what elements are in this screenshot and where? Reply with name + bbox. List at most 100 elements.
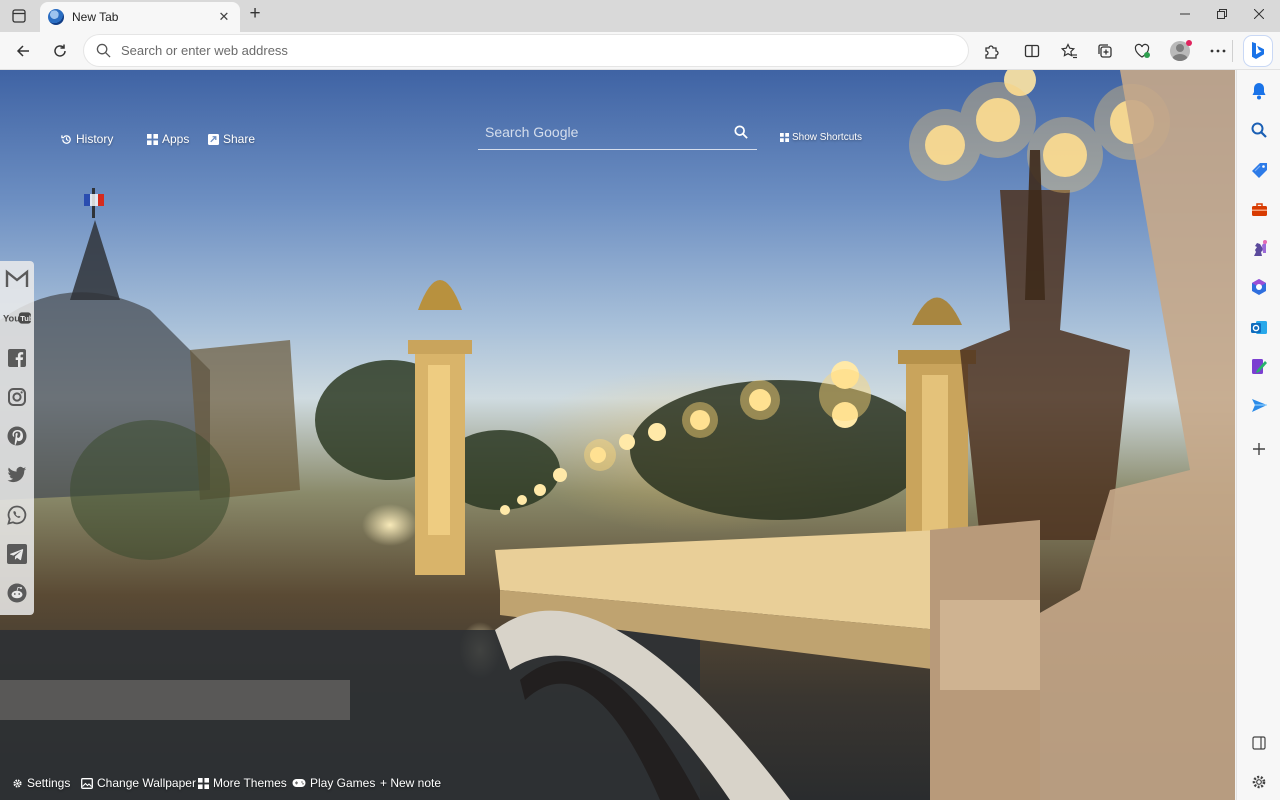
tab-close-button[interactable]: ✕ [216,9,232,25]
address-bar[interactable] [84,35,968,66]
panel-icon [1252,736,1266,750]
split-screen-button[interactable] [1018,37,1046,65]
facebook-icon [8,349,26,367]
back-button[interactable] [9,37,37,65]
collections-icon [1098,44,1112,58]
new-tab-page: History Apps Share Show Shortcuts YouTub… [0,70,1235,800]
instagram-icon [8,388,26,406]
play-games-label: Play Games [310,776,376,790]
sidebar-hide-button[interactable] [1247,731,1271,755]
address-input[interactable] [121,43,941,58]
social-sidebar: YouTube [0,261,34,615]
gamepad-icon [292,779,306,787]
more-horizontal-icon [1210,49,1226,53]
minimize-button[interactable] [1166,4,1204,26]
minimize-icon [1180,13,1190,15]
toolbar-divider [1232,40,1233,62]
bing-copilot-button[interactable] [1244,36,1272,66]
restore-icon [1217,9,1227,19]
extensions-button[interactable] [977,37,1005,65]
history-link[interactable]: History [61,132,113,146]
google-search-input[interactable] [478,123,718,140]
change-wallpaper-link[interactable]: Change Wallpaper [81,776,196,790]
heart-pulse-icon [1134,43,1150,58]
toolbox-icon [1251,202,1267,216]
whatsapp-icon [7,505,27,525]
youtube-link[interactable]: YouTube [3,304,31,332]
favorites-button[interactable] [1055,37,1083,65]
tab-actions-icon [12,9,26,23]
gear-icon [1252,775,1266,789]
gmail-icon [5,269,29,287]
sidebar-item-outlook[interactable] [1247,315,1271,339]
collections-button[interactable] [1091,37,1119,65]
bing-icon [1252,42,1264,59]
profile-button[interactable] [1166,37,1194,65]
notification-dot [1186,40,1192,46]
apps-grid-icon [147,133,158,145]
reddit-link[interactable] [3,579,31,607]
grid-icon [780,133,789,142]
shopping-tag-icon [1251,162,1267,178]
tab-title: New Tab [72,10,119,24]
sidebar-item-tools[interactable] [1247,197,1271,221]
outlook-icon [1251,320,1267,334]
plus-icon [1253,443,1265,455]
bell-icon [1252,83,1266,100]
facebook-link[interactable] [3,344,31,372]
pinterest-link[interactable] [3,422,31,450]
maximize-button[interactable] [1203,4,1241,26]
browser-toolbar [0,32,1280,70]
svg-text:You: You [3,314,20,324]
sidebar-item-search[interactable] [1247,118,1271,142]
search-icon[interactable] [734,124,748,139]
close-window-button[interactable] [1240,4,1278,26]
search-icon [1251,122,1267,138]
sidebar-settings-button[interactable] [1247,770,1271,794]
sidebar-item-games[interactable] [1247,236,1271,260]
grid-icon [198,777,209,789]
svg-text:Tube: Tube [20,314,31,323]
designer-pen-icon [1251,358,1267,374]
sidebar-item-drop[interactable] [1247,354,1271,378]
show-shortcuts-button[interactable]: Show Shortcuts [780,132,862,143]
tab-strip: New Tab ✕ + [0,0,1280,32]
browser-essentials-button[interactable] [1128,37,1156,65]
whatsapp-link[interactable] [3,501,31,529]
sidebar-item-shopping[interactable] [1247,158,1271,182]
instagram-link[interactable] [3,383,31,411]
google-search-box[interactable] [478,114,757,150]
wallpaper-image [0,70,1235,800]
new-note-link[interactable]: + New note [380,776,441,790]
history-label: History [76,132,114,146]
puzzle-icon [985,45,999,59]
refresh-button[interactable] [46,37,74,65]
play-games-link[interactable]: Play Games [292,776,375,790]
more-themes-label: More Themes [213,776,287,790]
sidebar-item-microsoft-365[interactable] [1247,275,1271,299]
tab-new-tab[interactable]: New Tab ✕ [40,2,240,32]
twitter-link[interactable] [3,461,31,489]
split-screen-icon [1024,44,1040,58]
settings-link[interactable]: Settings [12,776,70,790]
tab-actions-button[interactable] [8,6,30,26]
apps-label: Apps [162,132,190,146]
sidebar-item-send[interactable] [1247,393,1271,417]
youtube-icon: YouTube [3,312,31,324]
more-themes-link[interactable]: More Themes [198,776,287,790]
sidebar-item-notifications[interactable] [1247,79,1271,103]
change-wallpaper-label: Change Wallpaper [97,776,196,790]
apps-link[interactable]: Apps [147,132,189,146]
send-paper-plane-icon [1251,398,1267,412]
search-icon [96,43,111,58]
star-list-icon [1060,43,1077,59]
share-label: Share [223,132,256,146]
sidebar-add-button[interactable] [1247,437,1271,461]
refresh-icon [54,44,66,57]
telegram-link[interactable] [3,540,31,568]
gear-icon [13,778,22,788]
settings-more-button[interactable] [1204,37,1232,65]
share-link[interactable]: Share [208,132,255,146]
gmail-link[interactable] [3,265,31,293]
new-tab-button[interactable]: + [244,4,266,26]
